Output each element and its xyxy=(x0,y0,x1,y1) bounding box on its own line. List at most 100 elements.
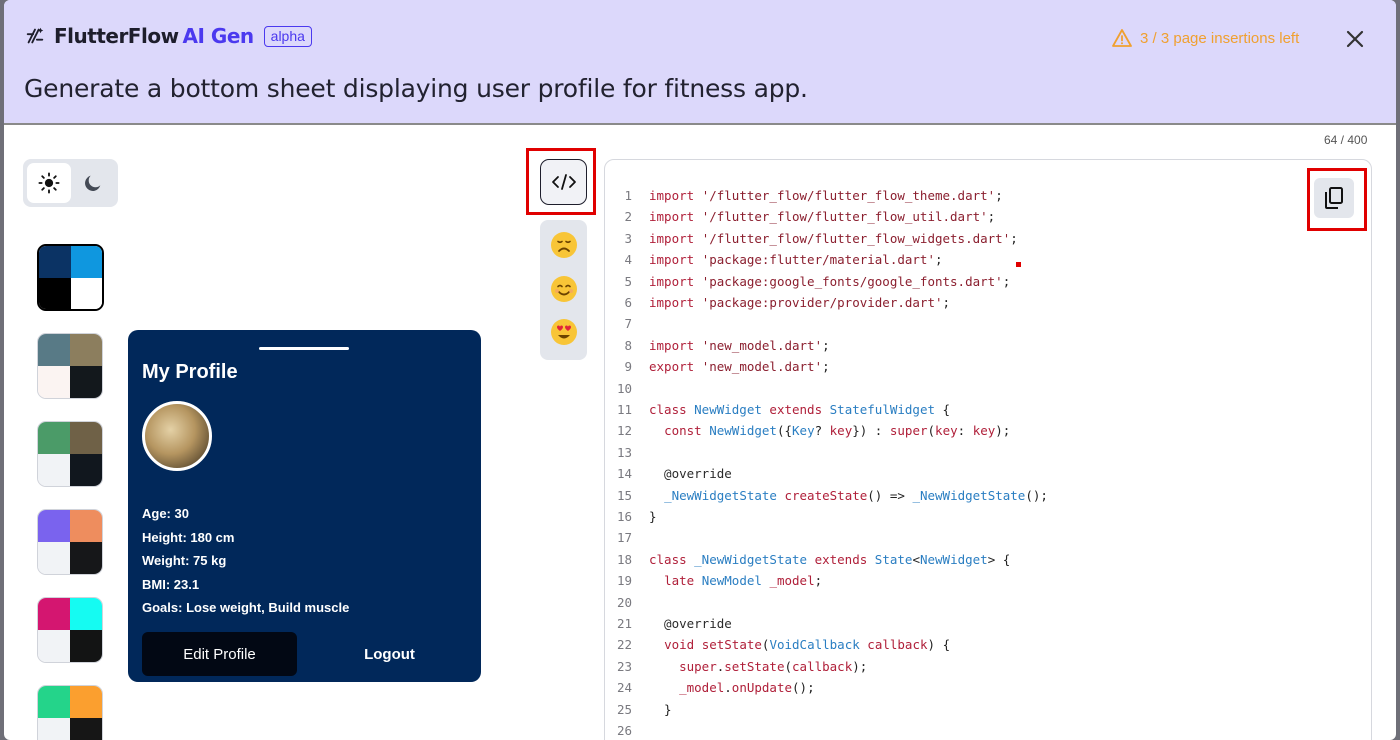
sad-face-icon[interactable] xyxy=(549,230,579,260)
code-line: 16} xyxy=(604,509,657,529)
line-number: 18 xyxy=(616,551,632,567)
line-number: 6 xyxy=(624,295,632,310)
code-token: const xyxy=(664,423,710,439)
code-token: import xyxy=(649,337,702,353)
palette-swatch-1[interactable] xyxy=(37,244,104,311)
code-token: late xyxy=(664,573,702,589)
code-token: } xyxy=(649,701,672,717)
code-token: ; xyxy=(942,295,951,310)
theme-toggle xyxy=(23,159,118,207)
code-line: 18 class _NewWidgetState extends State<Ne… xyxy=(604,551,1010,572)
code-token: import xyxy=(649,230,702,246)
code-line: 19 late NewModel _model; xyxy=(604,573,822,593)
dark-mode-button[interactable] xyxy=(71,163,115,203)
code-line: 8 import 'new_model.dart'; xyxy=(604,337,829,358)
line-number: 8 xyxy=(624,337,632,353)
code-text: export 'new_model.dart'; xyxy=(649,359,830,374)
code-token: . xyxy=(724,680,732,696)
code-token: 'package:google_fonts/google_fonts.dart' xyxy=(701,273,1003,289)
code-token: super xyxy=(889,423,928,439)
line-number: 11 xyxy=(616,402,632,417)
palette-color xyxy=(70,718,102,740)
code-token: ({ xyxy=(776,423,793,439)
code-line: 2 import '/flutter_flow/flutter_flow_util… xyxy=(604,209,995,229)
brand-name: FlutterFlow xyxy=(54,24,179,48)
palette-swatch-2[interactable] xyxy=(37,333,103,399)
code-token: 'package:provider/provider.dart' xyxy=(701,295,943,310)
code-line: 25 } xyxy=(604,701,672,722)
code-token: _NewWidgetState xyxy=(912,487,1026,503)
code-token: ; xyxy=(995,188,1003,203)
code-token: } xyxy=(649,509,657,524)
line-number: 20 xyxy=(616,594,632,610)
code-line: 14 @override xyxy=(604,466,732,486)
code-token: Key xyxy=(792,423,815,439)
code-line: 7 xyxy=(604,316,632,336)
code-token: 'new_model.dart' xyxy=(701,359,823,375)
code-line: 3 import '/flutter_flow/flutter_flow_widg… xyxy=(604,231,1017,251)
code-token: setState xyxy=(724,658,785,674)
code-token: < xyxy=(912,551,920,567)
code-token: }) : xyxy=(852,423,890,439)
smiling-face-icon[interactable] xyxy=(549,274,579,304)
code-token: createState xyxy=(784,487,868,503)
line-number: 2 xyxy=(624,209,632,225)
code-text: import 'package:flutter/material.dart'; xyxy=(649,252,943,267)
stat-bmi: BMI: 23.1 xyxy=(142,576,200,592)
palette-color xyxy=(70,598,102,630)
code-token: State xyxy=(874,551,913,567)
code-token: ; xyxy=(1002,273,1011,289)
line-number: 12 xyxy=(616,423,632,439)
code-line: 9 export 'new_model.dart'; xyxy=(604,359,829,379)
brand-ai-gen: AI Gen xyxy=(182,24,255,48)
code-line: 15 _NewWidgetState createState() => _New… xyxy=(604,487,1048,508)
code-token: @override xyxy=(649,616,732,631)
line-number: 21 xyxy=(616,616,632,631)
palette-swatch-4[interactable] xyxy=(37,509,103,575)
logout-button[interactable]: Logout xyxy=(312,632,467,676)
line-number: 25 xyxy=(616,701,632,717)
code-text: class _NewWidgetState extends State<NewW… xyxy=(649,552,1010,567)
palette-color xyxy=(70,422,102,454)
palette-swatch-6[interactable] xyxy=(37,685,103,740)
ai-gen-modal: FlutterFlow AI Gen alpha 3 / 3 page inse… xyxy=(4,0,1396,740)
code-token: ; xyxy=(1010,230,1018,246)
line-number: 15 xyxy=(616,487,632,503)
code-line: 26 xyxy=(604,723,632,740)
sun-icon xyxy=(38,172,60,194)
light-mode-button[interactable] xyxy=(27,163,71,203)
code-token: NewWidget xyxy=(709,423,777,439)
code-token: import xyxy=(649,273,702,289)
code-token: '/flutter_flow/flutter_flow_util.dart' xyxy=(701,209,988,225)
edit-profile-button[interactable]: Edit Profile xyxy=(142,632,297,676)
palette-swatch-3[interactable] xyxy=(37,421,103,487)
code-token: '/flutter_flow/flutter_flow_theme.dart' xyxy=(701,188,996,203)
code-text: void setState(VoidCallback callback) { xyxy=(649,637,950,652)
code-token: { xyxy=(942,402,951,417)
code-text: import 'new_model.dart'; xyxy=(649,338,830,353)
code-text: } xyxy=(649,509,657,524)
copy-code-button[interactable] xyxy=(1314,178,1354,218)
insertions-warning: 3 / 3 page insertions left xyxy=(1112,29,1299,47)
code-text: @override xyxy=(649,466,732,481)
line-number: 7 xyxy=(624,316,632,332)
code-token: '/flutter_flow/flutter_flow_widgets.dart… xyxy=(701,230,1011,246)
avatar xyxy=(142,401,212,471)
close-button[interactable] xyxy=(1340,24,1370,54)
code-line: 17 xyxy=(604,530,632,550)
view-code-button[interactable] xyxy=(540,159,587,205)
moon-icon xyxy=(85,175,101,191)
palette-color xyxy=(70,630,102,662)
palette-color xyxy=(70,334,102,366)
palette-color xyxy=(38,630,70,662)
code-token: ; xyxy=(934,252,943,268)
code-token: : xyxy=(957,423,973,439)
code-line: 12 const NewWidget({Key? key}) : super(k… xyxy=(604,423,1010,443)
heart-eyes-icon[interactable] xyxy=(549,317,579,347)
code-token: _model xyxy=(679,680,725,696)
palette-swatch-5[interactable] xyxy=(37,597,103,663)
palette-color xyxy=(38,542,70,574)
code-text: import '/flutter_flow/flutter_flow_util.… xyxy=(649,209,995,224)
code-token: 'package:flutter/material.dart' xyxy=(701,252,935,268)
